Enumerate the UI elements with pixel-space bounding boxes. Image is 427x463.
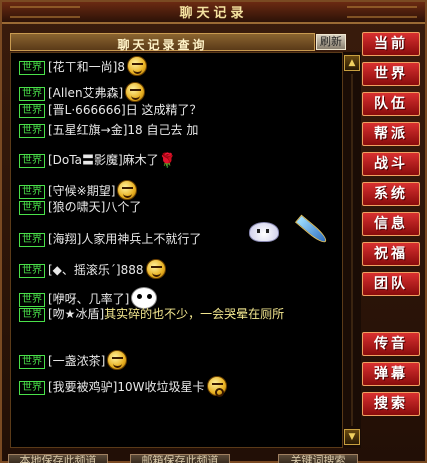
channel-tag-world[interactable]: 世界 — [19, 61, 45, 75]
message-text: 日 这成精了？ — [125, 103, 202, 117]
title-bar: 聊天记录 — [2, 2, 425, 24]
chat-message: 世界 [一盏浓茶] — [19, 350, 128, 370]
save-local-button[interactable]: 本地保存此频道 — [8, 454, 108, 463]
message-text: 888 — [120, 263, 144, 277]
chat-message: 世界 [五星红旗→金]18 自己去 加 — [19, 122, 198, 138]
channel-tag-world[interactable]: 世界 — [19, 308, 45, 322]
rose-emote-icon: 🌹 — [158, 153, 177, 169]
sender-name[interactable]: [一盏浓茶] — [48, 354, 105, 368]
channel-tag-world[interactable]: 世界 — [19, 381, 45, 395]
sender-name[interactable]: [五星红旗→金] — [48, 123, 127, 137]
sender-name[interactable]: [我要被鸡驴] — [48, 380, 117, 394]
message-text: 麻木了 — [122, 153, 159, 167]
save-mail-button[interactable]: 邮箱保存此频道 — [130, 454, 230, 463]
footer-bar: 本地保存此频道 邮箱保存此频道 关键词搜索 — [2, 452, 427, 463]
rocket-emote-icon — [294, 214, 330, 246]
channel-tag-world[interactable]: 世界 — [19, 185, 45, 199]
channel-button-current[interactable]: 当前 — [362, 32, 420, 56]
chat-message: 世界 [◆、摇滚乐ˊ]888 — [19, 259, 166, 279]
message-text: 人家用神兵上不就行了 — [81, 232, 202, 246]
window-title: 聊天记录 — [179, 6, 248, 21]
smiley-emote-icon — [127, 56, 148, 76]
sender-name[interactable]: [DoTa〓影魔] — [48, 153, 123, 167]
channel-tag-world[interactable]: 世界 — [19, 87, 45, 101]
sender-name[interactable]: [狼の啸天] — [48, 200, 105, 214]
chat-message: 世界 [狼の啸天]八个了 — [19, 199, 141, 215]
channel-tag-world[interactable]: 世界 — [19, 201, 45, 215]
chat-message: 世界 [守候※期望] — [19, 180, 138, 200]
channel-tag-world[interactable]: 世界 — [19, 233, 45, 247]
sender-name[interactable]: [守候※期望] — [48, 184, 115, 198]
title-ornament-right — [347, 6, 417, 18]
chat-message: 世界 [DoTa〓影魔]麻木了🌹 — [19, 152, 176, 169]
channel-tag-world[interactable]: 世界 — [19, 104, 45, 118]
chat-log-window: 聊天记录 聊天记录查询 刷新 世界 [花ㄒ和一尚]8 世界 [Allen艾弗森] 世… — [0, 0, 427, 463]
header-title: 聊天记录查询 — [117, 38, 208, 52]
smiley-emote-icon — [125, 82, 146, 102]
channel-tag-world[interactable]: 世界 — [19, 154, 45, 168]
channel-tag-world[interactable]: 世界 — [19, 293, 45, 307]
chat-message: 世界 [花ㄒ和一尚]8 — [19, 56, 148, 76]
message-text: 八个了 — [105, 200, 142, 214]
chat-log-query-header: 聊天记录查询 — [10, 33, 315, 52]
search-button[interactable]: 搜索 — [362, 392, 420, 416]
smiley-emote-icon — [145, 259, 166, 279]
chat-message: 世界 [吻★冰盾]其实碎的也不少，一会哭晕在厕所 — [19, 306, 339, 322]
message-text: 其实碎的也不少，一会哭晕在厕所 — [104, 307, 285, 321]
channel-button-info[interactable]: 信息 — [362, 212, 420, 236]
sender-name[interactable]: [海翔] — [48, 232, 81, 246]
channel-button-world[interactable]: 世界 — [362, 62, 420, 86]
channel-button-whisper[interactable]: 传音 — [362, 332, 420, 356]
channel-button-blessing[interactable]: 祝福 — [362, 242, 420, 266]
sender-name[interactable]: [◆、摇滚乐ˊ] — [48, 263, 121, 277]
scroll-down-icon[interactable]: ▼ — [344, 429, 360, 445]
message-text: 10W收垃圾星卡 — [117, 380, 205, 394]
chat-message: 世界 [我要被鸡驴]10W收垃圾星卡 — [19, 376, 227, 397]
channel-button-team[interactable]: 队伍 — [362, 92, 420, 116]
title-ornament-left — [10, 6, 80, 18]
chat-message-list[interactable]: 世界 [花ㄒ和一尚]8 世界 [Allen艾弗森] 世界 [晋L·666666]日 这… — [10, 52, 343, 448]
channel-button-combat[interactable]: 战斗 — [362, 152, 420, 176]
sender-name[interactable]: [Allen艾弗森] — [48, 86, 123, 100]
chat-message: 世界 [晋L·666666]日 这成精了？ — [19, 102, 202, 118]
channel-button-group[interactable]: 团队 — [362, 272, 420, 296]
chat-message: 世界 [海翔]人家用神兵上不就行了 — [19, 231, 201, 247]
channel-button-danmaku[interactable]: 弹幕 — [362, 362, 420, 386]
keyword-search-button[interactable]: 关键词搜索 — [278, 454, 358, 463]
channel-tag-world[interactable]: 世界 — [19, 264, 45, 278]
refresh-button[interactable]: 刷新 — [316, 34, 346, 50]
chat-scrollbar[interactable]: ▲ ▼ — [343, 52, 361, 448]
channel-tag-world[interactable]: 世界 — [19, 124, 45, 138]
sender-name[interactable]: [晋L·666666] — [48, 103, 126, 117]
scroll-track[interactable] — [351, 74, 353, 426]
smiley-emote-icon — [117, 180, 138, 200]
scroll-up-icon[interactable]: ▲ — [344, 55, 360, 71]
sender-name[interactable]: [花ㄒ和一尚] — [48, 60, 117, 74]
ghost-emote-icon — [249, 222, 279, 242]
sender-name[interactable]: [吻★冰盾] — [48, 307, 104, 321]
chat-message: 世界 [Allen艾弗森] — [19, 82, 146, 102]
message-text: 18 自己去 加 — [127, 123, 199, 137]
channel-button-system[interactable]: 系统 — [362, 182, 420, 206]
sender-name[interactable]: [咿呀、几率了] — [48, 292, 129, 306]
surprised-emote-icon — [206, 376, 227, 397]
channel-button-guild[interactable]: 帮派 — [362, 122, 420, 146]
message-text: 8 — [117, 60, 126, 74]
smiley-emote-icon — [107, 350, 128, 370]
channel-tag-world[interactable]: 世界 — [19, 355, 45, 369]
